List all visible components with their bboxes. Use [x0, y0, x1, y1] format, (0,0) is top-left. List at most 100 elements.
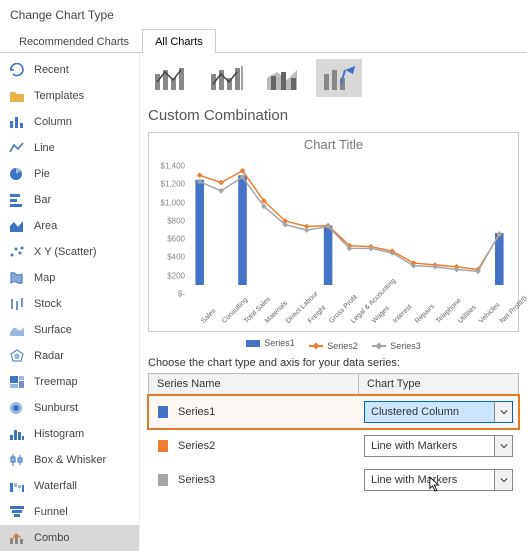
funnel-icon	[8, 504, 26, 520]
sidebar-item-templates[interactable]: Templates	[0, 83, 139, 109]
x-label: Repairs	[414, 303, 436, 325]
sidebar-item-label: X Y (Scatter)	[34, 246, 97, 258]
sidebar-item-label: Map	[34, 272, 55, 284]
sidebar-item-waterfall[interactable]: Waterfall	[0, 473, 139, 499]
sidebar-item-recent[interactable]: Recent	[0, 57, 139, 83]
series-name-label: Series1	[178, 406, 364, 418]
series-color-swatch	[158, 440, 168, 452]
window-title: Change Chart Type	[0, 0, 527, 28]
subtype-stacked-area-column[interactable]	[260, 59, 306, 97]
dropdown-button[interactable]	[494, 402, 512, 422]
tab-recommended-charts[interactable]: Recommended Charts	[6, 29, 142, 53]
subtype-clustered-column-line[interactable]	[148, 59, 194, 97]
series-grid-body: Series1Clustered ColumnSeries2Line with …	[148, 395, 519, 497]
sidebar-item-surface[interactable]: Surface	[0, 317, 139, 343]
sidebar-item-stock[interactable]: Stock	[0, 291, 139, 317]
tab-strip: Recommended Charts All Charts	[0, 28, 527, 53]
chart-type-dropdown[interactable]: Line with Markers	[364, 435, 513, 457]
plot-area	[189, 157, 510, 285]
x-y-scatter--icon	[8, 244, 26, 260]
recent-icon	[8, 62, 26, 78]
bar-icon	[8, 192, 26, 208]
treemap-icon	[8, 374, 26, 390]
chart-preview[interactable]: Chart Title $1,400$1,200$1,000$800$600$4…	[148, 132, 519, 332]
x-label: Net Profit/(Loss)	[499, 284, 527, 325]
x-label: Freight	[307, 305, 327, 325]
sidebar-item-map[interactable]: Map	[0, 265, 139, 291]
y-tick: $1,400	[161, 162, 185, 171]
x-label: Vehicles	[478, 302, 501, 325]
y-tick: $1,200	[161, 180, 185, 189]
chart-type-sidebar: Recent Templates Column Line Pie Bar Area X Y (…	[0, 53, 140, 545]
x-axis-labels: SalesConsultingTotal SalesMaterialsDirec…	[189, 287, 510, 331]
sidebar-item-area[interactable]: Area	[0, 213, 139, 239]
sidebar-item-label: Radar	[34, 350, 64, 362]
dropdown-button[interactable]	[494, 470, 512, 490]
col-chart-type: Chart Type	[359, 374, 518, 394]
x-label: Utilities	[457, 304, 478, 325]
box-whisker-icon	[8, 452, 26, 468]
sidebar-item-funnel[interactable]: Funnel	[0, 499, 139, 525]
tab-all-charts[interactable]: All Charts	[142, 29, 216, 53]
legend-series3: Series3	[390, 341, 421, 351]
sidebar-item-label: Templates	[34, 90, 84, 102]
line-icon	[8, 140, 26, 156]
x-label: Interest	[392, 303, 413, 324]
sidebar-item-label: Bar	[34, 194, 51, 206]
sidebar-item-label: Line	[34, 142, 55, 154]
series-row-series3[interactable]: Series3Line with Markers	[148, 463, 519, 497]
y-tick: $200	[167, 271, 185, 280]
series-color-swatch	[158, 474, 168, 486]
legend-series2: Series2	[327, 341, 358, 351]
y-tick: $1,000	[161, 198, 185, 207]
sidebar-item-label: Stock	[34, 298, 62, 310]
chart-type-value: Line with Markers	[365, 440, 494, 452]
sidebar-item-column[interactable]: Column	[0, 109, 139, 135]
sidebar-item-label: Funnel	[34, 506, 68, 518]
waterfall-icon	[8, 478, 26, 494]
sidebar-item-label: Histogram	[34, 428, 84, 440]
legend-series1: Series1	[264, 338, 295, 348]
sidebar-item-combo[interactable]: Combo	[0, 525, 139, 551]
sidebar-item-label: Recent	[34, 64, 69, 76]
sidebar-item-bar[interactable]: Bar	[0, 187, 139, 213]
series-name-label: Series2	[178, 440, 364, 452]
y-tick: $600	[167, 235, 185, 244]
series-row-series1[interactable]: Series1Clustered Column	[148, 395, 519, 429]
chart-legend: Series1 Series2 Series3	[148, 338, 519, 351]
radar-icon	[8, 348, 26, 364]
subtype-title: Custom Combination	[148, 107, 519, 124]
series-name-label: Series3	[178, 474, 364, 486]
subtype-custom-combination[interactable]	[316, 59, 362, 97]
chart-type-dropdown[interactable]: Clustered Column	[364, 401, 513, 423]
series-color-swatch	[158, 406, 168, 418]
combo-icon	[8, 530, 26, 546]
sidebar-item-x-y-scatter-[interactable]: X Y (Scatter)	[0, 239, 139, 265]
sidebar-item-label: Pie	[34, 168, 50, 180]
stock-icon	[8, 296, 26, 312]
subtype-clustered-column-line-secondary[interactable]	[204, 59, 250, 97]
sidebar-item-radar[interactable]: Radar	[0, 343, 139, 369]
y-tick: $800	[167, 216, 185, 225]
sidebar-item-label: Treemap	[34, 376, 78, 388]
y-tick: $400	[167, 253, 185, 262]
dropdown-button[interactable]	[494, 436, 512, 456]
series-row-series2[interactable]: Series2Line with Markers	[148, 429, 519, 463]
templates-icon	[8, 88, 26, 104]
subtype-thumbnails	[148, 59, 519, 97]
map-icon	[8, 270, 26, 286]
sidebar-item-pie[interactable]: Pie	[0, 161, 139, 187]
col-series-name: Series Name	[149, 374, 359, 394]
sidebar-item-line[interactable]: Line	[0, 135, 139, 161]
surface-icon	[8, 322, 26, 338]
chart-type-dropdown[interactable]: Line with Markers	[364, 469, 513, 491]
sidebar-item-label: Column	[34, 116, 72, 128]
y-axis-ticks: $1,400$1,200$1,000$800$600$400$200$-	[149, 157, 187, 285]
sidebar-item-sunburst[interactable]: Sunburst	[0, 395, 139, 421]
sidebar-item-label: Sunburst	[34, 402, 78, 414]
sidebar-item-histogram[interactable]: Histogram	[0, 421, 139, 447]
sidebar-item-box-whisker[interactable]: Box & Whisker	[0, 447, 139, 473]
sidebar-item-label: Combo	[34, 532, 69, 544]
sidebar-item-label: Area	[34, 220, 57, 232]
sidebar-item-treemap[interactable]: Treemap	[0, 369, 139, 395]
